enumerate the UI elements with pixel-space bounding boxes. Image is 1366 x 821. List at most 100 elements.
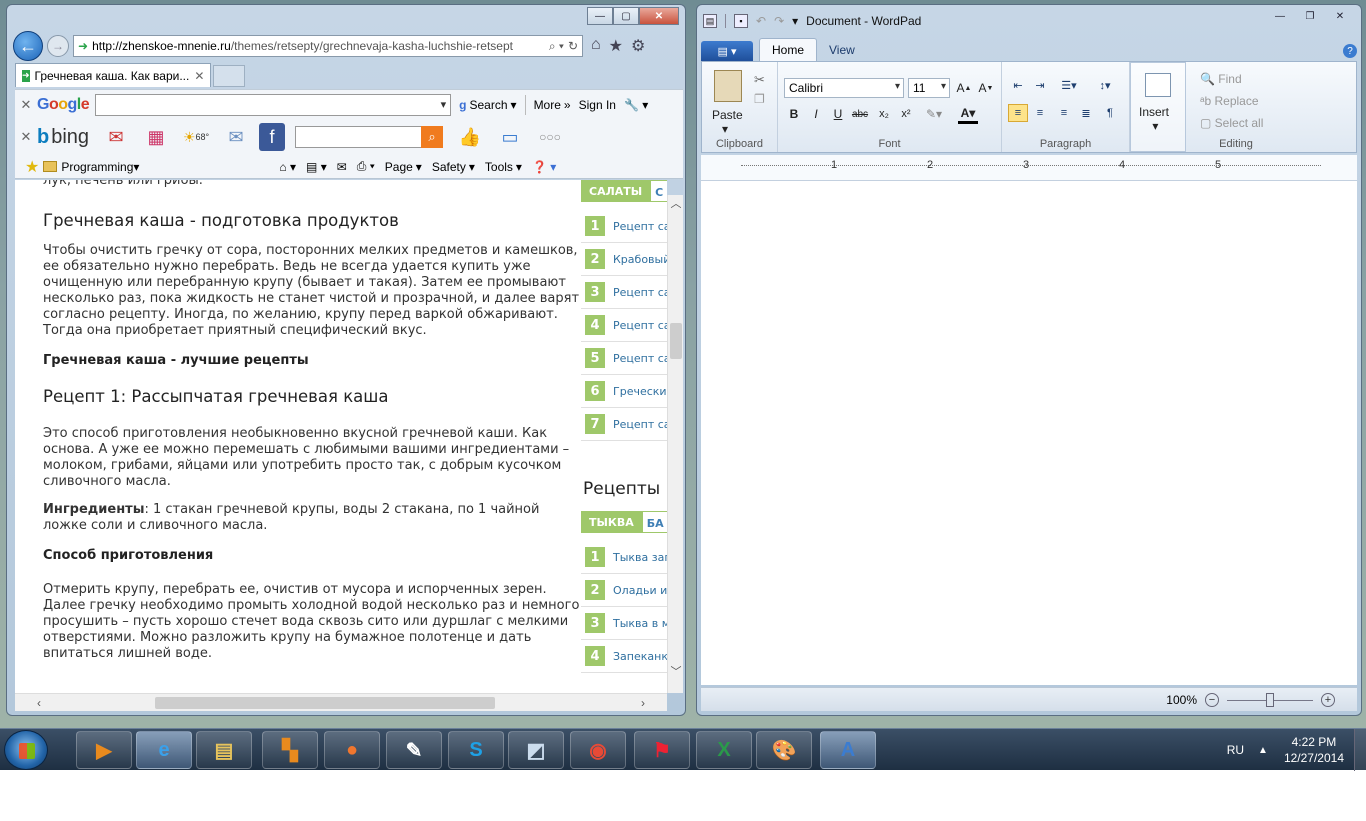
home-command-icon[interactable]: ⌂ ▾ bbox=[279, 160, 296, 174]
document-area[interactable] bbox=[701, 181, 1357, 685]
vertical-scroll-thumb[interactable] bbox=[670, 323, 682, 359]
copy-icon[interactable]: ❐ bbox=[754, 92, 765, 106]
close-toolbar-icon[interactable]: ✕ bbox=[15, 97, 37, 113]
bold-icon[interactable]: B bbox=[784, 104, 804, 124]
sidebar-list-item[interactable]: 4 Рецепт са bbox=[581, 309, 667, 342]
shrink-font-icon[interactable]: A ▼ bbox=[976, 78, 996, 98]
wp-close-button[interactable]: ✕ bbox=[1325, 7, 1355, 25]
item-link[interactable]: Тыква зап bbox=[613, 551, 667, 564]
scroll-up-icon[interactable]: ︿ bbox=[668, 195, 684, 211]
mail-icon[interactable]: ✉ bbox=[337, 160, 347, 174]
italic-icon[interactable]: I bbox=[806, 104, 826, 124]
calendar-icon[interactable]: ▦ bbox=[139, 123, 173, 151]
more-dots-icon[interactable]: ○○○ bbox=[533, 123, 567, 151]
sidebar-list-item[interactable]: 1 Рецепт са bbox=[581, 210, 667, 243]
sidebar-list-item[interactable]: 7 Рецепт са bbox=[581, 408, 667, 441]
paste-label[interactable]: Paste ▾ bbox=[712, 108, 743, 136]
tab-next-2[interactable]: БА bbox=[641, 511, 667, 533]
paragraph-settings-icon[interactable]: ¶ bbox=[1100, 104, 1120, 122]
close-bing-toolbar-icon[interactable]: ✕ bbox=[15, 129, 37, 145]
increase-indent-icon[interactable]: ⇥ bbox=[1030, 76, 1050, 94]
weather-icon[interactable]: ☀ 68° bbox=[179, 123, 213, 151]
superscript-icon[interactable]: x² bbox=[896, 104, 916, 124]
help-icon[interactable]: ? bbox=[1343, 44, 1357, 58]
address-bar[interactable]: ➜ http://zhenskoe-mnenie.ru/themes/retse… bbox=[73, 35, 583, 57]
close-tab-icon[interactable]: ✕ bbox=[194, 69, 204, 83]
google-search-button[interactable]: g Search ▾ bbox=[459, 98, 516, 112]
align-left-icon[interactable]: ≡ bbox=[1008, 104, 1028, 122]
zoom-out-icon[interactable]: − bbox=[1205, 692, 1219, 707]
favorites-folder[interactable]: Programming bbox=[61, 160, 133, 174]
taskbar-firefox-icon[interactable]: ● bbox=[324, 731, 380, 769]
help-icon[interactable]: ❓ ▾ bbox=[532, 160, 556, 174]
favorites-icon[interactable]: ★ bbox=[25, 157, 39, 177]
ruler[interactable]: 1 2 3 4 5 bbox=[701, 155, 1357, 181]
bing-search-input[interactable]: ⌕ bbox=[295, 126, 444, 148]
google-search-input[interactable] bbox=[95, 93, 452, 116]
language-indicator[interactable]: RU bbox=[1227, 743, 1244, 757]
wp-restore-button[interactable]: ❐ bbox=[1295, 7, 1325, 25]
page-menu[interactable]: Page ▾ bbox=[385, 160, 422, 174]
sidebar-list-item[interactable]: 6 Греческий bbox=[581, 375, 667, 408]
item-link[interactable]: Рецепт са bbox=[613, 352, 667, 365]
taskbar-pdf-icon[interactable]: ⚑ bbox=[634, 731, 690, 769]
home-icon[interactable]: ⌂ bbox=[591, 36, 601, 56]
back-button[interactable]: ← bbox=[13, 31, 43, 61]
item-link[interactable]: Греческий bbox=[613, 385, 667, 398]
select-all-button[interactable]: ▢ Select all bbox=[1200, 116, 1263, 130]
start-button[interactable] bbox=[4, 730, 48, 770]
zoom-slider-thumb[interactable] bbox=[1266, 692, 1274, 707]
feeds-icon[interactable]: ▤ ▾ bbox=[306, 160, 327, 174]
scroll-down-icon[interactable]: ﹀ bbox=[668, 663, 684, 679]
gear-icon[interactable]: ⚙ bbox=[631, 36, 645, 56]
item-link[interactable]: Крабовый bbox=[613, 253, 667, 266]
underline-icon[interactable]: U bbox=[828, 104, 848, 124]
decrease-indent-icon[interactable]: ⇤ bbox=[1008, 76, 1028, 94]
wp-minimize-button[interactable]: — bbox=[1265, 7, 1295, 25]
taskbar-sticky-icon[interactable]: ◩ bbox=[508, 731, 564, 769]
app-menu-button[interactable]: ▤ ▾ bbox=[701, 41, 753, 61]
horizontal-scroll-thumb[interactable] bbox=[155, 697, 495, 709]
refresh-icon[interactable]: ↻ bbox=[568, 39, 582, 53]
taskbar-excel-icon[interactable]: X bbox=[696, 731, 752, 769]
taskbar-media-icon[interactable]: ▶ bbox=[76, 731, 132, 769]
sidebar-list-item[interactable]: 1 Тыква зап bbox=[581, 541, 667, 574]
redo-icon[interactable]: ↷ bbox=[774, 14, 784, 28]
tab-home[interactable]: Home bbox=[759, 38, 818, 61]
facebook-icon[interactable]: f bbox=[259, 123, 286, 151]
zoom-slider[interactable] bbox=[1227, 692, 1313, 707]
tab-next[interactable]: С bbox=[650, 180, 667, 202]
tab-view[interactable]: View bbox=[817, 39, 867, 61]
item-link[interactable]: Рецепт са bbox=[613, 286, 667, 299]
taskbar-paint-icon[interactable]: 🎨 bbox=[756, 731, 812, 769]
taskbar-explorer-icon[interactable]: ▤ bbox=[196, 731, 252, 769]
envelope-icon[interactable]: ✉ bbox=[219, 123, 253, 151]
item-link[interactable]: Запеканк bbox=[613, 650, 667, 663]
item-link[interactable]: Тыква в м bbox=[613, 617, 667, 630]
wordpad-app-icon[interactable]: ▤ bbox=[703, 14, 717, 28]
font-name-select[interactable]: Calibri bbox=[784, 78, 904, 98]
favorites-star-icon[interactable]: ★ bbox=[609, 36, 623, 56]
chat-icon[interactable]: ▭ bbox=[493, 123, 527, 151]
scroll-left-icon[interactable]: ‹ bbox=[31, 694, 47, 712]
group-insert[interactable]: Insert ▾ bbox=[1130, 62, 1186, 152]
sidebar-list-item[interactable]: 3 Рецепт са bbox=[581, 276, 667, 309]
wrench-icon[interactable]: 🔧 ▾ bbox=[624, 98, 648, 112]
close-button[interactable]: ✕ bbox=[639, 7, 679, 25]
sidebar-list-item[interactable]: 5 Рецепт са bbox=[581, 342, 667, 375]
item-link[interactable]: Оладьи из bbox=[613, 584, 667, 597]
more-button[interactable]: More » bbox=[534, 98, 571, 112]
mail-alert-icon[interactable]: ✉ bbox=[99, 123, 133, 151]
tray-expand-icon[interactable]: ▲ bbox=[1258, 745, 1268, 756]
save-icon[interactable]: ▪ bbox=[734, 14, 748, 28]
like-icon[interactable]: 👍 bbox=[453, 123, 487, 151]
subscript-icon[interactable]: x₂ bbox=[874, 104, 894, 124]
strikethrough-icon[interactable]: abc bbox=[850, 104, 870, 124]
taskbar-chrome-icon[interactable]: ◉ bbox=[570, 731, 626, 769]
forward-button[interactable]: → bbox=[47, 35, 69, 57]
item-link[interactable]: Рецепт са bbox=[613, 418, 667, 431]
taskbar-wordpad-icon[interactable]: A bbox=[820, 731, 876, 769]
paste-icon[interactable] bbox=[714, 70, 742, 102]
item-link[interactable]: Рецепт са bbox=[613, 220, 667, 233]
taskbar-notepad-icon[interactable]: ✎ bbox=[386, 731, 442, 769]
